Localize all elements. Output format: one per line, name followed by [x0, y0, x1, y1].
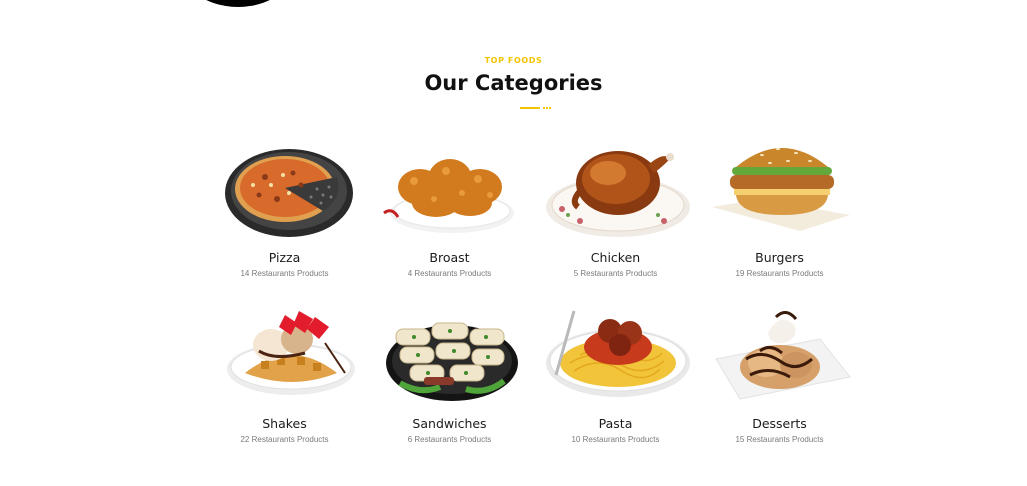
category-card-sandwiches[interactable]: Sandwiches 6 Restaurants Products — [367, 303, 532, 444]
category-count: 15 Restaurants Products — [735, 435, 824, 444]
category-count: 4 Restaurants Products — [407, 269, 492, 278]
category-name[interactable]: Pizza — [202, 250, 367, 265]
category-name[interactable]: Sandwiches — [367, 416, 532, 431]
category-card-pizza[interactable]: Pizza 14 Restaurants Products — [202, 137, 367, 278]
category-count: 14 Restaurants Products — [240, 269, 329, 278]
category-name[interactable]: Burgers — [697, 250, 862, 265]
pasta-icon[interactable] — [536, 303, 696, 413]
burger-icon[interactable] — [700, 137, 860, 247]
category-name[interactable]: Shakes — [202, 416, 367, 431]
category-card-desserts[interactable]: Desserts 15 Restaurants Products — [697, 303, 862, 444]
category-name[interactable]: Desserts — [697, 416, 862, 431]
category-name[interactable]: Pasta — [533, 416, 698, 431]
category-count: 10 Restaurants Products — [571, 435, 660, 444]
category-card-burgers[interactable]: Burgers 19 Restaurants Products — [697, 137, 862, 278]
sandwich-icon[interactable] — [370, 303, 530, 413]
category-card-chicken[interactable]: Chicken 5 Restaurants Products — [533, 137, 698, 278]
category-name[interactable]: Broast — [367, 250, 532, 265]
category-count: 6 Restaurants Products — [407, 435, 492, 444]
broast-icon[interactable] — [370, 137, 530, 247]
chicken-icon[interactable] — [536, 137, 696, 247]
category-count: 19 Restaurants Products — [735, 269, 824, 278]
category-card-pasta[interactable]: Pasta 10 Restaurants Products — [533, 303, 698, 444]
category-grid: Pizza 14 Restaurants Products Broast 4 R… — [0, 0, 1027, 486]
category-count: 22 Restaurants Products — [240, 435, 329, 444]
category-name[interactable]: Chicken — [533, 250, 698, 265]
category-card-shakes[interactable]: Shakes 22 Restaurants Products — [202, 303, 367, 444]
category-count: 5 Restaurants Products — [573, 269, 658, 278]
pizza-icon[interactable] — [205, 137, 365, 247]
category-card-broast[interactable]: Broast 4 Restaurants Products — [367, 137, 532, 278]
shakes-icon[interactable] — [205, 303, 365, 413]
dessert-icon[interactable] — [700, 303, 860, 413]
